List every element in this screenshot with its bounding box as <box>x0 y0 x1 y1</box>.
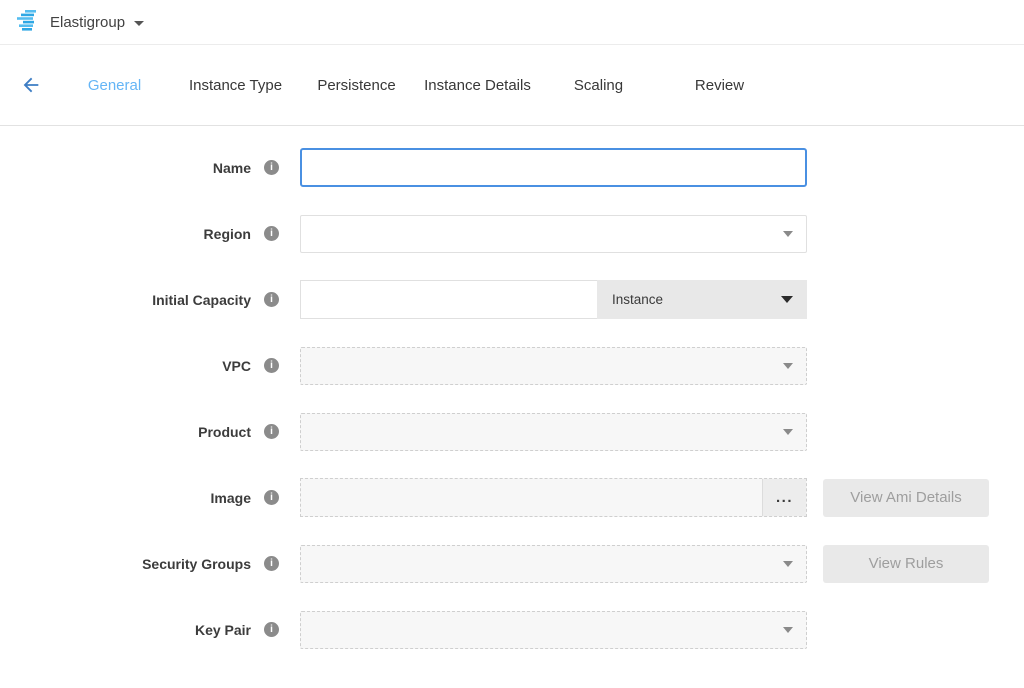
image-label: Image <box>211 490 251 506</box>
caret-down-icon <box>783 561 793 567</box>
view-ami-details-button[interactable]: View Ami Details <box>823 479 989 517</box>
image-browse-button[interactable]: ... <box>762 479 806 516</box>
elastigroup-logo-icon <box>16 9 40 35</box>
caret-down-icon <box>783 429 793 435</box>
region-dropdown[interactable] <box>300 215 807 253</box>
capacity-unit-select[interactable]: Instance <box>597 280 807 319</box>
wizard-tab-bar: General Instance Type Persistence Instan… <box>0 45 1024 126</box>
image-picker: ... <box>300 478 807 517</box>
wizard-tabs: General Instance Type Persistence Instan… <box>54 77 780 94</box>
initial-capacity-label: Initial Capacity <box>152 292 251 308</box>
tab-general[interactable]: General <box>54 77 175 94</box>
initial-capacity-input[interactable] <box>300 280 597 319</box>
form-row-key-pair: Key Pair i <box>0 610 1024 649</box>
region-label: Region <box>204 226 251 242</box>
form-row-security-groups: Security Groups i View Rules <box>0 544 1024 583</box>
name-input[interactable] <box>300 148 807 187</box>
form-row-initial-capacity: Initial Capacity i Instance <box>0 280 1024 319</box>
info-icon[interactable]: i <box>264 424 279 439</box>
security-groups-label: Security Groups <box>142 556 251 572</box>
tab-persistence[interactable]: Persistence <box>296 77 417 94</box>
form-row-image: Image i ... View Ami Details <box>0 478 1024 517</box>
security-groups-dropdown <box>300 545 807 583</box>
vpc-label: VPC <box>222 358 251 374</box>
info-icon[interactable]: i <box>264 556 279 571</box>
tab-instance-details[interactable]: Instance Details <box>417 77 538 94</box>
general-form: Name i Region i Initial Capacity i <box>0 126 1024 649</box>
vpc-dropdown <box>300 347 807 385</box>
image-value <box>301 479 762 516</box>
view-rules-button[interactable]: View Rules <box>823 545 989 583</box>
tab-scaling[interactable]: Scaling <box>538 77 659 94</box>
tab-instance-type[interactable]: Instance Type <box>175 77 296 94</box>
info-icon[interactable]: i <box>264 490 279 505</box>
arrow-left-icon <box>20 74 42 96</box>
caret-down-icon <box>783 363 793 369</box>
tab-review[interactable]: Review <box>659 77 780 94</box>
app-switcher-label[interactable]: Elastigroup <box>50 14 125 31</box>
product-label: Product <box>198 424 251 440</box>
caret-down-icon <box>783 627 793 633</box>
caret-down-icon <box>781 296 793 303</box>
info-icon[interactable]: i <box>264 292 279 307</box>
name-label: Name <box>213 160 251 176</box>
form-row-region: Region i <box>0 214 1024 253</box>
capacity-unit-value: Instance <box>612 292 663 307</box>
info-icon[interactable]: i <box>264 358 279 373</box>
info-icon[interactable]: i <box>264 160 279 175</box>
info-icon[interactable]: i <box>264 226 279 241</box>
product-dropdown <box>300 413 807 451</box>
key-pair-dropdown <box>300 611 807 649</box>
caret-down-icon[interactable] <box>134 21 144 26</box>
form-row-product: Product i <box>0 412 1024 451</box>
info-icon[interactable]: i <box>264 622 279 637</box>
caret-down-icon <box>783 231 793 237</box>
form-row-vpc: VPC i <box>0 346 1024 385</box>
key-pair-label: Key Pair <box>195 622 251 638</box>
form-row-name: Name i <box>0 148 1024 187</box>
top-bar: Elastigroup <box>0 0 1024 45</box>
back-button[interactable] <box>20 74 42 96</box>
